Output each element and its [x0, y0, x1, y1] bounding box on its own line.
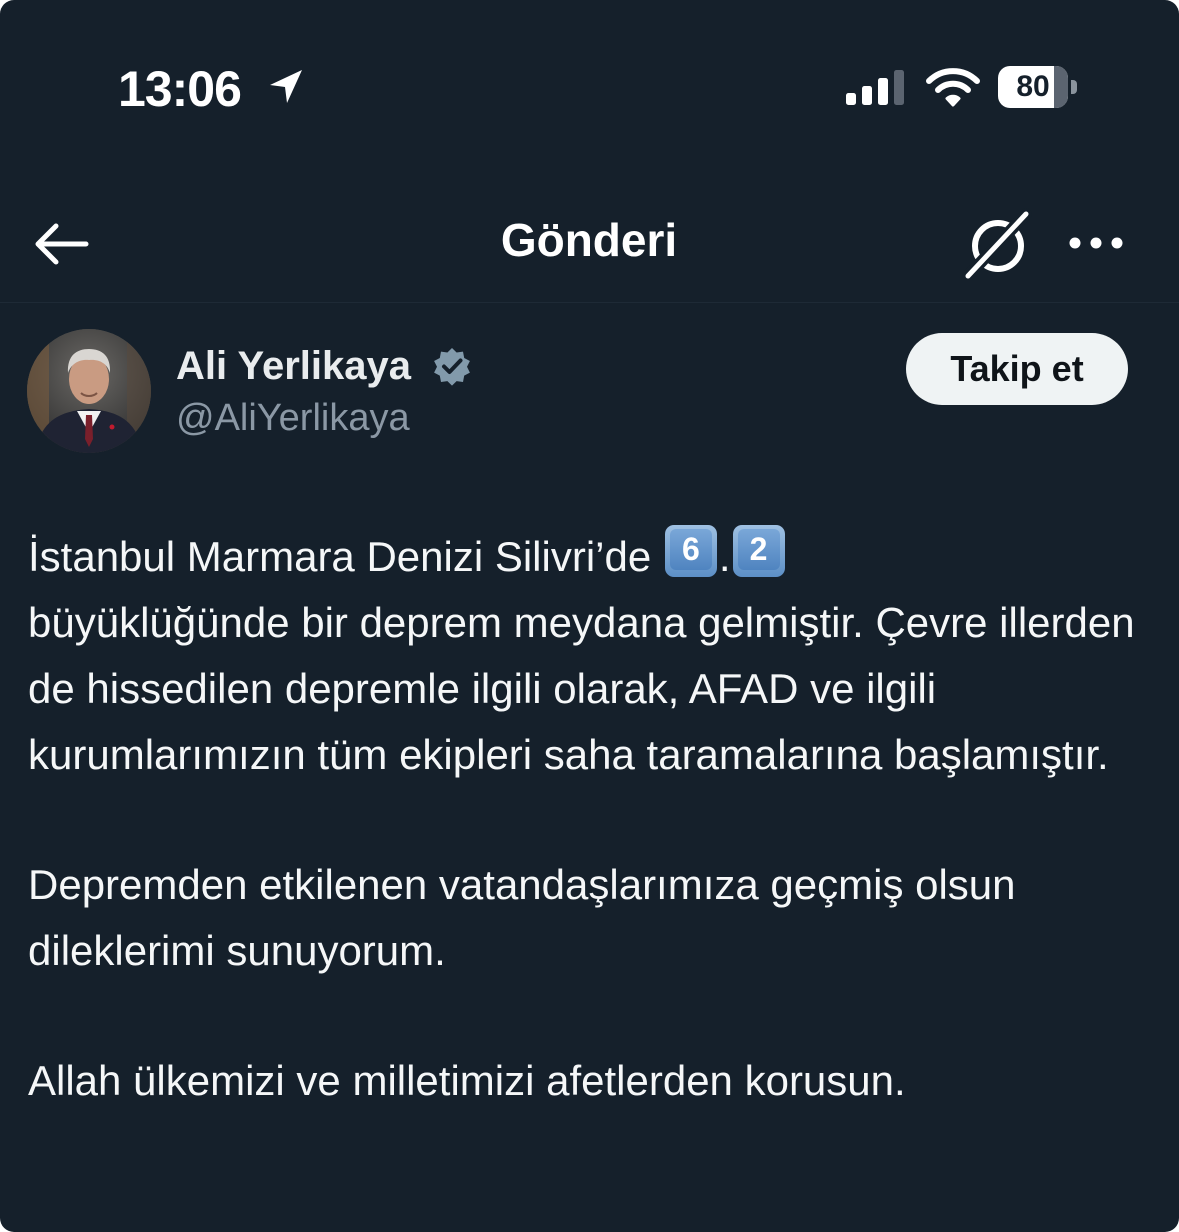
keycap-digit-two-emoji: 2 [732, 525, 785, 577]
location-arrow-icon [270, 70, 302, 103]
keycap-digit-six-emoji: 6 [664, 525, 717, 577]
author-handle[interactable]: @AliYerlikaya [176, 397, 410, 440]
verified-badge-icon [434, 348, 470, 386]
avatar-photo [27, 329, 151, 453]
post-paragraph-1: İstanbul Marmara Denizi Silivri’de 6. 2 bü… [28, 524, 1158, 788]
battery-body: 80 [998, 66, 1068, 108]
author-name[interactable]: Ali Yerlikaya [176, 344, 411, 389]
page-title: Gönderi [500, 214, 678, 266]
wifi-icon [926, 68, 980, 107]
more-options-icon[interactable] [1066, 228, 1126, 258]
post-line-1: İstanbul Marmara Denizi Silivri’de [28, 533, 652, 580]
keycap-digit-six-label: 6 [669, 529, 712, 570]
header-divider [0, 302, 1179, 303]
post-detail-screen: 13:06 80 Gönderi Ali Yerlikaya @AliYerli… [0, 0, 1179, 1232]
keycap-digit-two-label: 2 [737, 529, 780, 570]
battery-cap [1071, 80, 1077, 94]
cellular-signal-icon [846, 70, 904, 105]
post-paragraph-2: Depremden etkilenen vatandaşlarımıza geç… [28, 861, 1016, 974]
battery-indicator: 80 [998, 66, 1077, 108]
avatar[interactable] [27, 329, 151, 453]
grok-icon[interactable] [962, 208, 1034, 280]
battery-percentage: 80 [1016, 70, 1050, 103]
back-arrow-icon[interactable] [32, 220, 90, 268]
status-time: 13:06 [118, 61, 242, 117]
post-text: İstanbul Marmara Denizi Silivri’de 6. 2 bü… [28, 524, 1158, 1114]
post-paragraph-1-rest: büyüklüğünde bir deprem meydana gelmişti… [28, 599, 1135, 778]
decimal-dot: . [718, 533, 731, 580]
post-paragraph-3: Allah ülkemizi ve milletimizi afetlerden… [28, 1057, 906, 1104]
follow-button[interactable]: Takip et [906, 333, 1128, 405]
